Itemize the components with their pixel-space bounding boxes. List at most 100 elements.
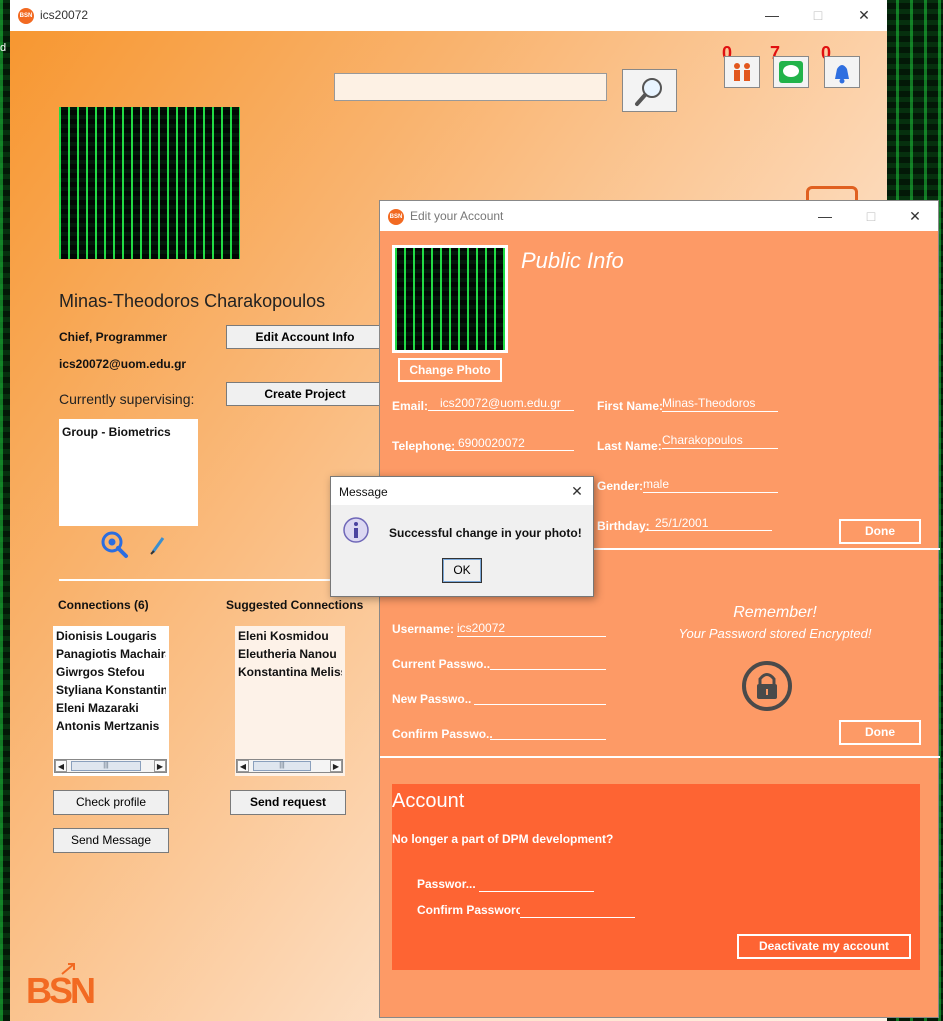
view-icon[interactable] — [99, 529, 129, 559]
list-item[interactable]: Dionisis Lougaris — [56, 627, 166, 645]
deactivate-password-field[interactable] — [479, 876, 594, 892]
deactivate-confirm-field[interactable] — [520, 902, 635, 918]
dialog-title: Message — [339, 485, 388, 499]
bsn-logo: BSN — [26, 970, 96, 1011]
edit-window-title: Edit your Account — [410, 209, 504, 223]
remember-title: Remember! — [733, 604, 817, 621]
lock-icon — [742, 661, 792, 711]
app-logo-icon: BSN — [18, 8, 34, 24]
scroll-right-icon[interactable]: ▶ — [154, 760, 166, 772]
info-icon — [343, 517, 369, 543]
background-window-text: d — [0, 42, 7, 54]
list-item[interactable]: Panagiotis Machairas — [56, 645, 166, 663]
create-project-button[interactable]: Create Project — [226, 382, 384, 406]
search-input[interactable] — [334, 73, 607, 101]
scroll-right-icon[interactable]: ▶ — [330, 760, 342, 772]
edit-account-button[interactable]: Edit Account Info — [226, 325, 384, 349]
new-password-field[interactable] — [474, 689, 606, 705]
connections-scrollbar[interactable]: ◀ ||| ▶ — [54, 759, 167, 773]
window-title: ics20072 — [40, 8, 89, 22]
email-label: Email: — [392, 399, 429, 413]
email-field[interactable]: ics20072@uom.edu.gr — [428, 396, 574, 411]
photo-frame — [392, 245, 508, 353]
list-item[interactable]: Eleni Mazaraki — [56, 699, 166, 717]
profile-photo — [59, 107, 240, 259]
last-name-field[interactable]: Charakopoulos — [662, 433, 778, 449]
current-password-field[interactable] — [490, 654, 606, 670]
chat-icon — [779, 61, 803, 83]
send-message-button[interactable]: Send Message — [53, 828, 169, 853]
account-photo — [395, 248, 505, 350]
supervising-list: Group - Biometrics — [59, 419, 198, 526]
edit-pencil-icon[interactable] — [149, 534, 167, 556]
username-field[interactable]: ics20072 — [457, 621, 606, 637]
first-name-label: First Name: — [597, 399, 664, 413]
first-name-field[interactable]: Minas-Theodoros — [662, 396, 778, 412]
scroll-left-icon[interactable]: ◀ — [55, 760, 67, 772]
notifications-button[interactable] — [824, 56, 860, 88]
list-item[interactable]: Eleni Kosmidou — [238, 627, 342, 645]
scroll-thumb[interactable]: ||| — [253, 761, 311, 771]
list-item[interactable]: Group - Biometrics — [59, 419, 198, 445]
main-titlebar: BSN ics20072 — □ ✕ — [10, 0, 887, 31]
confirm-password-label: Confirm Passwo.. — [392, 727, 493, 741]
suggested-scrollbar[interactable]: ◀ ||| ▶ — [236, 759, 343, 773]
messages-button[interactable] — [773, 56, 809, 88]
deactivate-account-button[interactable]: Deactivate my account — [737, 934, 911, 959]
dialog-titlebar: Message ✕ — [331, 477, 593, 505]
scroll-thumb[interactable]: ||| — [71, 761, 141, 771]
section-divider — [380, 756, 940, 758]
scroll-left-icon[interactable]: ◀ — [237, 760, 249, 772]
last-name-label: Last Name: — [597, 439, 662, 453]
list-item[interactable]: Eleutheria Nanou — [238, 645, 342, 663]
supervising-label: Currently supervising: — [59, 391, 195, 407]
telephone-field[interactable]: 6900020072 — [446, 436, 574, 451]
account-title: Account — [392, 790, 465, 812]
deactivate-confirm-label: Confirm Passworc — [417, 903, 520, 917]
close-button[interactable]: ✕ — [903, 205, 927, 227]
gender-label: Gender: — [597, 479, 644, 493]
connections-button[interactable] — [724, 56, 760, 88]
list-item[interactable]: Giwrgos Stefou — [56, 663, 166, 681]
minimize-button[interactable]: — — [813, 205, 837, 227]
bell-icon — [835, 65, 849, 84]
close-button[interactable]: ✕ — [852, 4, 876, 26]
list-item[interactable]: Styliana Konstantinidou — [56, 681, 166, 699]
app-logo-icon: BSN — [388, 209, 404, 225]
done-password-button[interactable]: Done — [839, 720, 921, 745]
maximize-button[interactable]: □ — [859, 205, 883, 227]
send-request-button[interactable]: Send request — [230, 790, 346, 815]
birthday-label: Birthday: — [597, 519, 650, 533]
remember-text: Your Password stored Encrypted! — [678, 626, 872, 641]
search-button[interactable] — [622, 69, 677, 112]
logo-arrow-icon — [61, 963, 75, 975]
change-photo-button[interactable]: Change Photo — [398, 358, 502, 382]
list-item[interactable]: Konstantina Melissa — [238, 663, 342, 681]
account-panel: Account No longer a part of DPM developm… — [392, 784, 920, 970]
search-icon — [635, 78, 662, 106]
message-dialog: Message ✕ Successful change in your phot… — [330, 476, 594, 597]
minimize-button[interactable]: — — [760, 4, 784, 26]
dialog-close-button[interactable]: ✕ — [565, 480, 589, 502]
confirm-password-field[interactable] — [490, 724, 606, 740]
birthday-field[interactable]: 25/1/2001 — [645, 516, 772, 531]
done-public-button[interactable]: Done — [839, 519, 921, 544]
deactivate-question: No longer a part of DPM development? — [392, 832, 614, 846]
connections-list: Dionisis Lougaris Panagiotis Machairas G… — [53, 626, 169, 776]
profile-role: Chief, Programmer — [59, 330, 168, 344]
check-profile-button[interactable]: Check profile — [53, 790, 169, 815]
maximize-button[interactable]: □ — [806, 4, 830, 26]
dialog-message: Successful change in your photo! — [389, 526, 582, 540]
suggested-title: Suggested Connections — [226, 598, 364, 612]
new-password-label: New Passwo.. — [392, 692, 472, 706]
edit-titlebar: BSN Edit your Account — □ ✕ — [380, 201, 938, 231]
people-icon — [734, 63, 750, 81]
current-password-label: Current Passwo.. — [392, 657, 491, 671]
deactivate-password-label: Passwor... — [417, 877, 476, 891]
username-label: Username: — [392, 622, 455, 636]
ok-button[interactable]: OK — [442, 558, 482, 583]
suggested-list: Eleni Kosmidou Eleutheria Nanou Konstant… — [235, 626, 345, 776]
profile-email: ics20072@uom.edu.gr — [59, 357, 187, 371]
gender-field[interactable]: male — [643, 477, 778, 493]
list-item[interactable]: Antonis Mertzanis — [56, 717, 166, 735]
